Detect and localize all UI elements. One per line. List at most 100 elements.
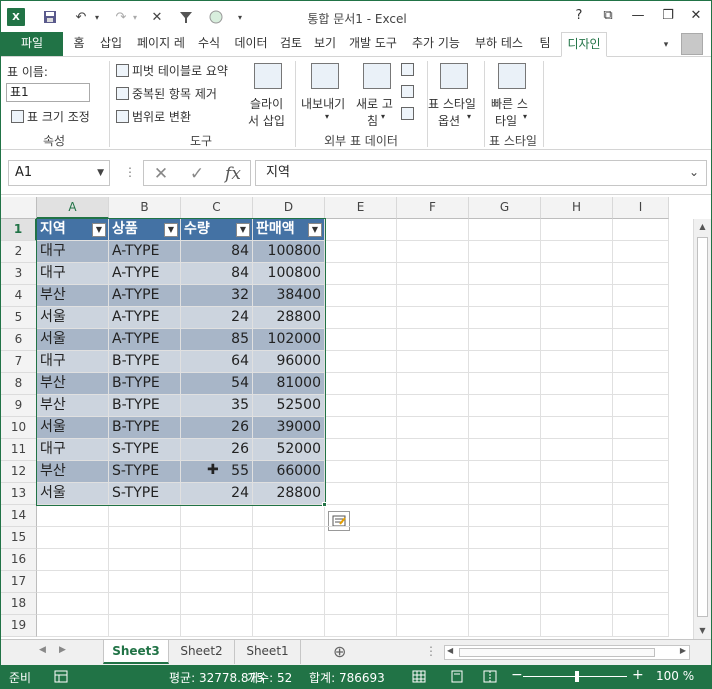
- cell[interactable]: [109, 505, 181, 527]
- cell[interactable]: [541, 351, 613, 373]
- tab-page-layout[interactable]: 페이지 레: [131, 32, 191, 56]
- row-header-14[interactable]: 14: [1, 505, 37, 527]
- cell[interactable]: [469, 285, 541, 307]
- cell[interactable]: [397, 285, 469, 307]
- tab-developer[interactable]: 개발 도구: [343, 32, 403, 56]
- cell[interactable]: [541, 417, 613, 439]
- table-cell[interactable]: S-TYPE: [109, 439, 181, 461]
- tab-insert[interactable]: 삽입: [95, 32, 127, 56]
- scroll-up-icon[interactable]: ▲: [694, 219, 711, 235]
- tab-home[interactable]: 홈: [67, 32, 91, 56]
- table-cell[interactable]: 100800: [253, 263, 325, 285]
- row-header-19[interactable]: 19: [1, 615, 37, 637]
- cell[interactable]: [397, 351, 469, 373]
- table-cell[interactable]: A-TYPE: [109, 307, 181, 329]
- row-header-15[interactable]: 15: [1, 527, 37, 549]
- table-cell[interactable]: 39000: [253, 417, 325, 439]
- cell[interactable]: [613, 483, 669, 505]
- cell[interactable]: [613, 219, 669, 241]
- cell[interactable]: [253, 549, 325, 571]
- row-header-18[interactable]: 18: [1, 593, 37, 615]
- cell[interactable]: [397, 593, 469, 615]
- quick-styles-line2[interactable]: 타일: [495, 112, 517, 129]
- tab-formulas[interactable]: 수식: [193, 32, 225, 56]
- cell[interactable]: [37, 593, 109, 615]
- column-header-c[interactable]: C: [181, 197, 253, 219]
- row-header-3[interactable]: 3: [1, 263, 37, 285]
- cell[interactable]: [325, 351, 397, 373]
- table-cell[interactable]: 35: [181, 395, 253, 417]
- vertical-scrollbar[interactable]: ▲ ▼: [693, 219, 711, 639]
- table-cell[interactable]: 52000: [253, 439, 325, 461]
- cell[interactable]: [325, 285, 397, 307]
- cell[interactable]: [325, 505, 397, 527]
- row-header-8[interactable]: 8: [1, 373, 37, 395]
- filter-dropdown-icon[interactable]: ▼: [92, 223, 106, 237]
- cell[interactable]: [181, 527, 253, 549]
- cell[interactable]: [541, 307, 613, 329]
- expand-formula-bar-icon[interactable]: ⌄: [689, 165, 699, 179]
- cell[interactable]: [613, 307, 669, 329]
- quick-styles-line1[interactable]: 빠른 스: [491, 95, 528, 112]
- cell[interactable]: [397, 263, 469, 285]
- table-cell[interactable]: 서울: [37, 307, 109, 329]
- table-cell[interactable]: B-TYPE: [109, 351, 181, 373]
- table-cell[interactable]: 102000: [253, 329, 325, 351]
- prev-sheet-icon[interactable]: ◀: [39, 645, 46, 655]
- cell[interactable]: [541, 439, 613, 461]
- cell[interactable]: [325, 307, 397, 329]
- cell[interactable]: [469, 505, 541, 527]
- cell[interactable]: [37, 527, 109, 549]
- tab-split-handle-icon[interactable]: ⋮: [425, 644, 437, 658]
- table-cell[interactable]: 대구: [37, 351, 109, 373]
- open-browser-icon[interactable]: [401, 85, 414, 98]
- cell[interactable]: [181, 593, 253, 615]
- new-sheet-icon[interactable]: ⊕: [333, 642, 346, 661]
- row-header-10[interactable]: 10: [1, 417, 37, 439]
- table-cell[interactable]: 52500: [253, 395, 325, 417]
- horizontal-scrollbar[interactable]: ◀ ▶: [444, 645, 690, 660]
- export-button[interactable]: 내보내기: [301, 95, 345, 112]
- table-cell[interactable]: 26: [181, 417, 253, 439]
- page-break-view-icon[interactable]: [483, 670, 497, 686]
- cell[interactable]: [613, 351, 669, 373]
- table-cell[interactable]: 32: [181, 285, 253, 307]
- column-header-e[interactable]: E: [325, 197, 397, 219]
- cell[interactable]: [541, 461, 613, 483]
- cell[interactable]: [37, 549, 109, 571]
- unlink-icon[interactable]: [401, 107, 414, 120]
- cell[interactable]: [397, 549, 469, 571]
- cell[interactable]: [613, 417, 669, 439]
- cell[interactable]: [469, 593, 541, 615]
- table-cell[interactable]: 24: [181, 483, 253, 505]
- cell[interactable]: [613, 615, 669, 637]
- cell[interactable]: [325, 241, 397, 263]
- cell[interactable]: [469, 483, 541, 505]
- cancel-entry-icon[interactable]: ✕: [146, 163, 176, 185]
- table-cell[interactable]: 대구: [37, 241, 109, 263]
- cell[interactable]: [613, 505, 669, 527]
- formula-bar-handle-icon[interactable]: ⋮: [124, 165, 136, 179]
- cell[interactable]: [541, 527, 613, 549]
- table-cell[interactable]: A-TYPE: [109, 241, 181, 263]
- zoom-slider-thumb[interactable]: [575, 671, 579, 682]
- sheet-tab-sheet2[interactable]: Sheet2: [169, 640, 235, 664]
- column-header-f[interactable]: F: [397, 197, 469, 219]
- column-header-a[interactable]: A: [37, 197, 109, 219]
- cell[interactable]: [109, 615, 181, 637]
- fill-handle[interactable]: [322, 502, 327, 507]
- cell[interactable]: [613, 549, 669, 571]
- table-cell[interactable]: 대구: [37, 263, 109, 285]
- table-cell[interactable]: 서울: [37, 417, 109, 439]
- cell[interactable]: [613, 263, 669, 285]
- cell[interactable]: [469, 417, 541, 439]
- cell[interactable]: [541, 373, 613, 395]
- tab-add-ins[interactable]: 추가 기능: [405, 32, 467, 56]
- cell[interactable]: [469, 241, 541, 263]
- table-cell[interactable]: 84: [181, 241, 253, 263]
- filter-dropdown-icon[interactable]: ▼: [236, 223, 250, 237]
- cell[interactable]: [397, 483, 469, 505]
- table-cell[interactable]: 66000: [253, 461, 325, 483]
- cell[interactable]: [109, 571, 181, 593]
- refresh-button-line2[interactable]: 침: [367, 112, 378, 129]
